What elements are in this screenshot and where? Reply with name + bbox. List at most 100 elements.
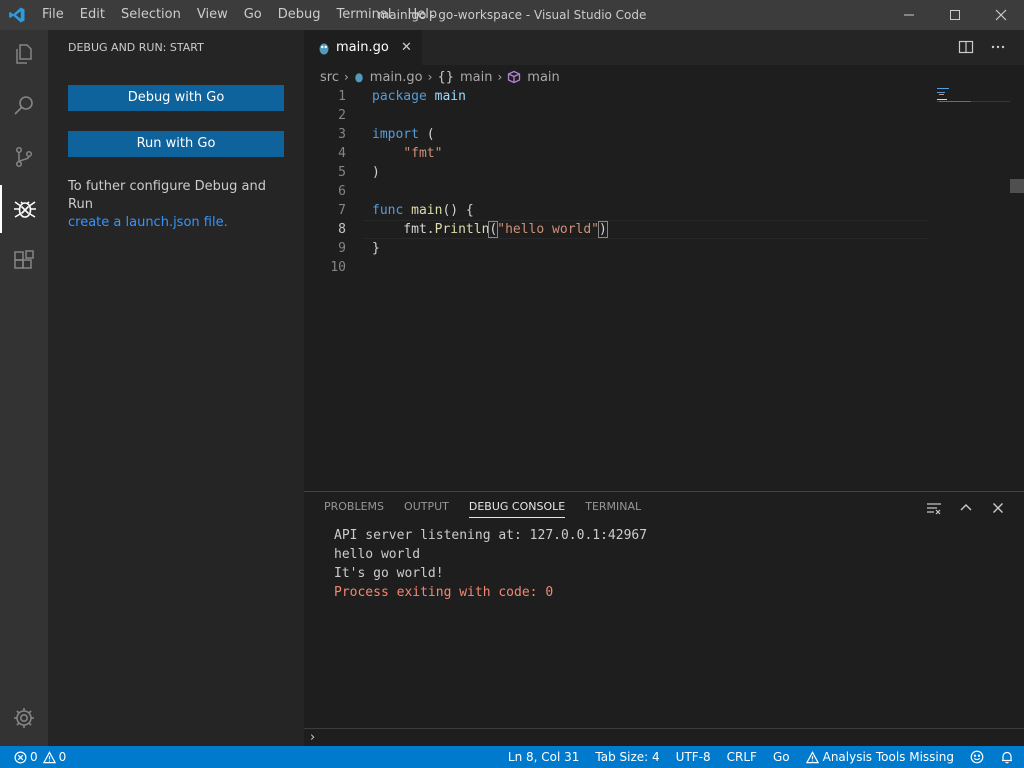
error-count: 0 xyxy=(30,750,38,764)
tab-size[interactable]: Tab Size: 4 xyxy=(595,750,659,764)
chevron-right-icon: › xyxy=(497,70,503,84)
code-line[interactable]: 2 xyxy=(304,106,1004,125)
code-line[interactable]: 1 package main xyxy=(304,87,1004,106)
debug-icon xyxy=(14,201,36,218)
create-launch-json-link[interactable]: create a launch.json file. xyxy=(68,214,293,232)
go-file-icon xyxy=(355,73,363,83)
go-file-icon xyxy=(319,43,329,55)
maximize-button[interactable] xyxy=(932,0,978,30)
search-icon xyxy=(14,96,33,115)
warning-count: 0 xyxy=(58,750,67,764)
sidebar-help-text: To futher configure Debug and Run xyxy=(68,179,266,212)
language-mode[interactable]: Go xyxy=(773,750,790,764)
code-line[interactable]: 6 xyxy=(304,182,1004,201)
breadcrumb-file[interactable]: main.go xyxy=(370,70,423,85)
more-actions-icon[interactable] xyxy=(990,39,1006,55)
activity-search[interactable] xyxy=(0,81,48,129)
run-with-go-button[interactable]: Run with Go xyxy=(68,131,284,157)
code-line[interactable]: 4 "fmt" xyxy=(304,144,1004,163)
line-number: 7 xyxy=(338,203,346,218)
code-line[interactable]: 5) xyxy=(304,163,1004,182)
breadcrumb-src[interactable]: src xyxy=(320,70,339,85)
line-code: func main() { xyxy=(372,203,474,218)
warning-icon xyxy=(42,750,56,763)
breadcrumb-function[interactable]: main xyxy=(527,70,559,85)
line-number: 3 xyxy=(338,127,346,142)
activity-extensions[interactable] xyxy=(0,237,48,285)
editor-tabs: main.go ✕ xyxy=(304,30,1024,65)
maximize-panel-icon[interactable] xyxy=(958,500,974,516)
tab-problems[interactable]: PROBLEMS xyxy=(324,500,384,518)
tab-terminal[interactable]: TERMINAL xyxy=(585,500,641,518)
line-number: 4 xyxy=(338,146,346,161)
code-line[interactable]: 7 func main() { xyxy=(304,201,1004,220)
bell-icon xyxy=(1002,751,1012,764)
debug-with-go-button[interactable]: Debug with Go xyxy=(68,85,284,111)
activity-explorer[interactable] xyxy=(0,30,48,78)
editor-scrollbar[interactable] xyxy=(1010,87,1024,487)
namespace-icon: {} xyxy=(437,69,454,85)
code-editor[interactable]: 1 package main 2 3 import (4 "fmt" 5) 6 7 func m… xyxy=(304,87,1004,487)
tab-debug-console[interactable]: DEBUG CONSOLE xyxy=(468,500,566,518)
menu-view[interactable]: View xyxy=(189,0,236,30)
sidebar-help: To futher configure Debug and Run create… xyxy=(68,178,293,232)
line-number: 6 xyxy=(338,184,346,199)
breadcrumb-package[interactable]: main xyxy=(460,70,492,85)
activity-manage[interactable] xyxy=(0,694,48,742)
end-of-line[interactable]: CRLF xyxy=(727,750,757,764)
line-code: } xyxy=(372,241,380,256)
console-line: It's go world! xyxy=(334,566,444,581)
menu-file[interactable]: File xyxy=(34,0,72,30)
analysis-tools-status[interactable]: Analysis Tools Missing xyxy=(805,750,954,764)
code-line[interactable]: 10 xyxy=(304,258,1004,277)
close-panel-icon[interactable] xyxy=(990,500,1006,516)
clear-console-icon[interactable] xyxy=(926,500,942,516)
vscode-logo-icon xyxy=(9,7,25,23)
line-code: "fmt" xyxy=(403,146,443,161)
minimize-button[interactable] xyxy=(886,0,932,30)
activity-debug[interactable] xyxy=(0,185,48,233)
menu-terminal[interactable]: Terminal xyxy=(329,0,400,30)
activity-bar xyxy=(0,30,48,746)
split-editor-icon[interactable] xyxy=(958,39,974,55)
chevron-right-icon: › xyxy=(343,70,349,84)
explorer-icon xyxy=(16,44,32,64)
extensions-icon xyxy=(14,250,34,269)
tab-main-go[interactable]: main.go ✕ xyxy=(304,30,422,65)
code-line[interactable]: 9} xyxy=(304,239,1004,258)
minimap[interactable] xyxy=(936,87,1010,487)
menu-help[interactable]: Help xyxy=(399,0,445,30)
line-code: ) xyxy=(372,165,380,180)
code-line[interactable]: 8 fmt.Println("hello world") xyxy=(304,220,1004,239)
panel-tabs: PROBLEMS OUTPUT DEBUG CONSOLE TERMINAL xyxy=(324,500,661,518)
problems-indicator[interactable]: 0 0 xyxy=(14,746,66,768)
line-number: 1 xyxy=(338,89,346,104)
line-code: package main xyxy=(372,89,466,104)
feedback-button[interactable] xyxy=(970,750,984,764)
cursor-position[interactable]: Ln 8, Col 31 xyxy=(508,750,580,764)
status-bar-right: Ln 8, Col 31 Tab Size: 4 UTF-8 CRLF Go A… xyxy=(492,746,1014,768)
menu-selection[interactable]: Selection xyxy=(113,0,189,30)
menu-edit[interactable]: Edit xyxy=(72,0,113,30)
title-bar: File Edit Selection View Go Debug Termin… xyxy=(0,0,1024,30)
debug-sidebar: DEBUG AND RUN: START Debug with Go Run w… xyxy=(48,30,304,746)
sidebar-title: DEBUG AND RUN: START xyxy=(68,41,204,54)
menu-go[interactable]: Go xyxy=(236,0,270,30)
menu-debug[interactable]: Debug xyxy=(270,0,329,30)
line-code: fmt.Println("hello world") xyxy=(372,221,608,238)
tab-output[interactable]: OUTPUT xyxy=(404,500,449,518)
code-line[interactable]: 3 import ( xyxy=(304,125,1004,144)
tab-close-icon[interactable]: ✕ xyxy=(401,40,412,55)
encoding[interactable]: UTF-8 xyxy=(676,750,711,764)
debug-console-output: API server listening at: 127.0.0.1:42967… xyxy=(334,526,647,602)
line-number: 5 xyxy=(338,165,346,180)
maximize-icon xyxy=(950,10,960,20)
debug-console-input[interactable]: › xyxy=(304,728,1024,747)
activity-source-control[interactable] xyxy=(0,133,48,181)
notifications-button[interactable] xyxy=(1000,750,1014,764)
chevron-right-icon: › xyxy=(427,70,433,84)
close-window-button[interactable] xyxy=(978,0,1024,30)
status-bar: 0 0 Ln 8, Col 31 Tab Size: 4 UTF-8 CRLF … xyxy=(0,746,1024,768)
gear-icon xyxy=(14,708,34,728)
scrollbar-thumb[interactable] xyxy=(1010,179,1024,193)
